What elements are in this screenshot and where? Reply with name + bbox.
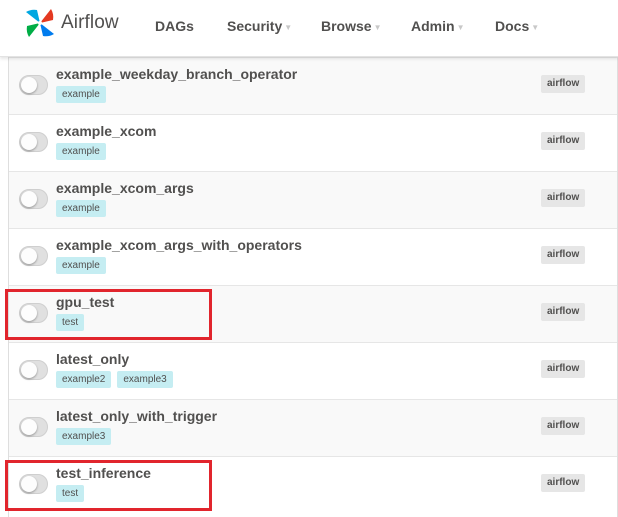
dag-owner-badge[interactable]: airflow: [541, 75, 586, 93]
dag-row: latest_only example2 example3 airflow: [9, 342, 617, 399]
nav-menu-label: DAGs: [155, 18, 194, 34]
dag-row: example_xcom_argsexample airflow: [9, 171, 617, 228]
dag-id-link[interactable]: example_weekday_branch_operator: [56, 66, 297, 82]
dag-row: test_inferencetest airflow: [9, 456, 617, 513]
dag-row: example_weekday_branch_operatorexample ai…: [9, 57, 617, 114]
toggle-knob: [21, 476, 37, 492]
dag-tag-badge[interactable]: example: [56, 200, 106, 217]
dag-tags: example: [56, 86, 106, 103]
nav-menu-dags[interactable]: DAGs: [155, 18, 194, 34]
dag-tags: test: [56, 485, 85, 502]
nav-menu-admin[interactable]: Admin ▼: [411, 18, 464, 34]
toggle-knob: [21, 191, 37, 207]
toggle-knob: [21, 419, 37, 435]
dropdown-caret-icon: ▼: [456, 22, 465, 32]
dag-tag-badge[interactable]: example3: [117, 371, 173, 388]
dag-tag-badge[interactable]: example: [56, 257, 106, 274]
airflow-pinwheel-logo-icon: [23, 6, 57, 40]
nav-menu-label: Browse: [321, 18, 372, 34]
dag-owner-badge[interactable]: airflow: [541, 132, 586, 150]
dag-pause-toggle[interactable]: [19, 303, 48, 323]
nav-menu-security[interactable]: Security ▼: [227, 18, 292, 34]
dag-owner-badge[interactable]: airflow: [541, 246, 586, 264]
dag-owner-badge[interactable]: airflow: [541, 189, 586, 207]
dag-id-link[interactable]: example_xcom: [56, 123, 156, 139]
airflow-brand-link[interactable]: Airflow: [23, 6, 119, 40]
nav-menu-docs[interactable]: Docs ▼: [495, 18, 539, 34]
dag-owner-badge[interactable]: airflow: [541, 303, 586, 321]
dag-row: example_xcom_args_with_operatorsexample a…: [9, 228, 617, 285]
dag-pause-toggle[interactable]: [19, 246, 48, 266]
dag-pause-toggle[interactable]: [19, 360, 48, 380]
dag-owner-badge[interactable]: airflow: [541, 474, 586, 492]
dag-row: gpu_testtest airflow: [9, 285, 617, 342]
dag-row: latest_only_with_trigger example3 airflow: [9, 399, 617, 456]
toggle-knob: [21, 362, 37, 378]
dag-tag-badge[interactable]: test: [56, 485, 85, 502]
nav-menu-label: Docs: [495, 18, 530, 34]
dag-tags: example: [56, 143, 106, 160]
dag-id-link[interactable]: latest_only_with_trigger: [56, 408, 217, 424]
dag-pause-toggle[interactable]: [19, 417, 48, 437]
dag-tags: example3: [56, 428, 112, 445]
dag-tag-badge[interactable]: example3: [56, 428, 112, 445]
toggle-knob: [21, 305, 37, 321]
dag-id-link[interactable]: example_xcom_args_with_operators: [56, 237, 302, 253]
dropdown-caret-icon: ▼: [284, 22, 293, 32]
dag-tag-badge[interactable]: example2: [56, 371, 112, 388]
nav-menu-label: Admin: [411, 18, 455, 34]
dag-pause-toggle[interactable]: [19, 474, 48, 494]
dag-pause-toggle[interactable]: [19, 189, 48, 209]
dag-id-link[interactable]: latest_only: [56, 351, 129, 367]
dag-tags: example2 example3: [56, 371, 173, 388]
toggle-knob: [21, 77, 37, 93]
nav-menu-label: Security: [227, 18, 283, 34]
dag-tags: example: [56, 257, 106, 274]
dropdown-caret-icon: ▼: [373, 22, 382, 32]
dag-tags: test: [56, 314, 85, 331]
top-navbar: Airflow DAGs Security ▼ Browse ▼ Admin ▼ Docs ▼: [0, 0, 618, 57]
nav-menu-browse[interactable]: Browse ▼: [321, 18, 382, 34]
dag-id-link[interactable]: test_inference: [56, 465, 151, 481]
dag-tags: example: [56, 200, 106, 217]
dag-owner-badge[interactable]: airflow: [541, 417, 586, 435]
dag-id-link[interactable]: gpu_test: [56, 294, 114, 310]
dag-tag-badge[interactable]: example: [56, 143, 106, 160]
dag-tag-badge[interactable]: example: [56, 86, 106, 103]
toggle-knob: [21, 134, 37, 150]
dag-row: example_xcomexample airflow: [9, 114, 617, 171]
dag-pause-toggle[interactable]: [19, 75, 48, 95]
brand-name: Airflow: [61, 12, 119, 33]
dag-tag-badge[interactable]: test: [56, 314, 85, 331]
toggle-knob: [21, 248, 37, 264]
dag-list: example_weekday_branch_operatorexample ai…: [8, 57, 618, 517]
dag-pause-toggle[interactable]: [19, 132, 48, 152]
dropdown-caret-icon: ▼: [531, 22, 540, 32]
dag-owner-badge[interactable]: airflow: [541, 360, 586, 378]
dag-id-link[interactable]: example_xcom_args: [56, 180, 194, 196]
